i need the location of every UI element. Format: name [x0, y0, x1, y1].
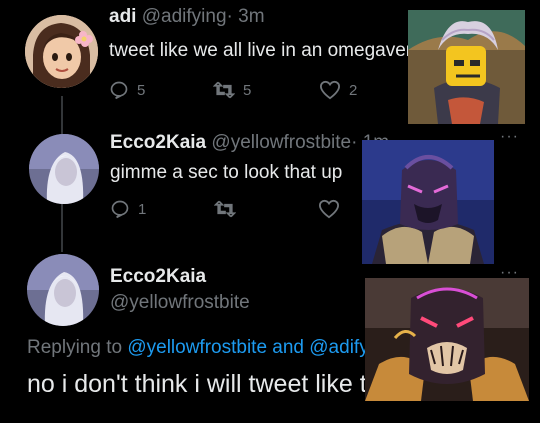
replying-link[interactable]: @yellowfrostbite and @adifying — [127, 337, 394, 358]
display-name[interactable]: Ecco2Kaia — [110, 266, 206, 288]
retweet-button[interactable]: 5 — [213, 80, 251, 100]
avatar-illustration — [25, 15, 98, 88]
reply-icon — [111, 200, 129, 219]
thread-line — [61, 96, 63, 134]
retweet-icon — [213, 81, 235, 99]
like-button[interactable]: 2 — [319, 80, 357, 100]
reply-icon — [110, 81, 128, 100]
replying-to: Replying to @yellowfrostbite and @adifyi… — [27, 337, 394, 359]
character-image — [362, 140, 494, 264]
replying-label: Replying to — [27, 337, 123, 358]
separator: · — [351, 132, 358, 153]
like-icon — [319, 80, 341, 100]
timestamp[interactable]: 3m — [238, 6, 264, 27]
overlay-image-character-1 — [408, 10, 525, 124]
main-tweet-text: no i don't think i will tweet like that — [27, 370, 402, 398]
display-name[interactable]: Ecco2Kaia — [110, 132, 206, 153]
display-name[interactable]: adi — [109, 6, 136, 27]
avatar-photo — [27, 254, 99, 326]
user-handle[interactable]: @adifying — [142, 6, 227, 27]
character-image — [365, 278, 529, 401]
user-handle[interactable]: @yellowfrostbite — [211, 132, 351, 153]
avatar-adi[interactable] — [25, 15, 98, 88]
overlay-image-character-3 — [365, 278, 529, 401]
reply-count: 1 — [138, 200, 147, 218]
separator: · — [226, 6, 233, 27]
overlay-image-character-2 — [362, 140, 494, 264]
like-button[interactable] — [318, 199, 348, 219]
tweet-header: adi @adifying· 3m — [109, 6, 265, 28]
like-icon — [318, 199, 340, 219]
tweet-text: tweet like we all live in an omegaverse — [109, 40, 433, 61]
more-icon[interactable]: ··· — [500, 128, 519, 146]
reply-button[interactable]: 1 — [110, 199, 146, 219]
retweet-icon — [214, 200, 236, 218]
tweet-header: Ecco2Kaia @yellowfrostbite· 1m — [110, 132, 389, 154]
retweet-button[interactable] — [214, 199, 244, 219]
avatar-ecco2kaia[interactable] — [27, 254, 99, 326]
retweet-count: 5 — [243, 81, 252, 99]
reply-button[interactable]: 5 — [109, 80, 145, 100]
like-count: 2 — [349, 81, 358, 99]
user-handle[interactable]: @yellowfrostbite — [110, 292, 250, 314]
avatar-photo — [29, 134, 99, 204]
character-image — [408, 10, 525, 124]
reply-count: 5 — [137, 81, 146, 99]
avatar-ecco2kaia[interactable] — [29, 134, 99, 204]
tweet-text: gimme a sec to look that up — [110, 162, 343, 183]
